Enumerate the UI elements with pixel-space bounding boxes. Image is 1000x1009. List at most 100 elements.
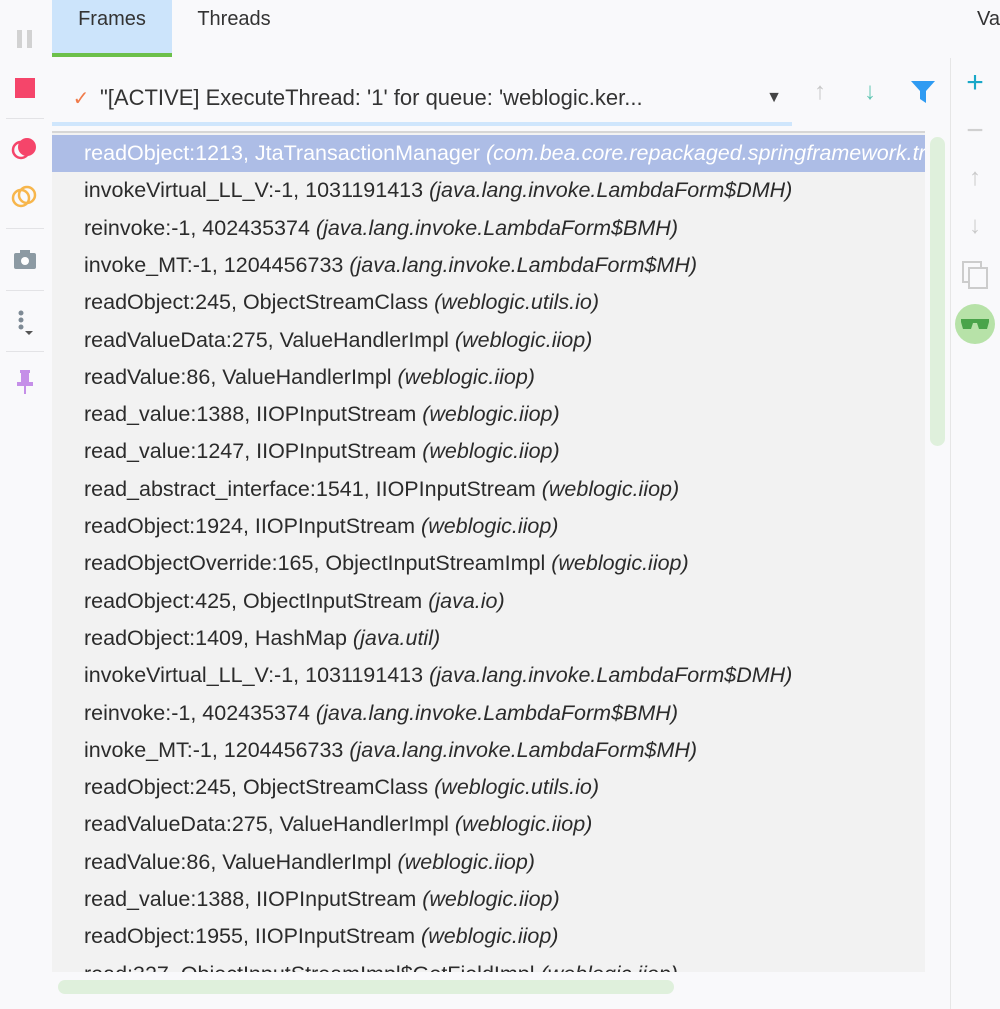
frame-package: (java.lang.invoke.LambdaForm$MH) [349,737,698,762]
next-frame-icon[interactable]: ↓ [864,78,876,106]
frame-method: readObject:245, ObjectStreamClass [84,290,435,315]
glasses-icon[interactable] [955,304,995,344]
divider [52,122,792,126]
frame-row[interactable]: readObject:245, ObjectStreamClass (weblo… [52,769,925,806]
vertical-scrollbar[interactable] [930,137,945,446]
frame-method: readObject:1924, IIOPInputStream [84,514,422,538]
copy-icon[interactable] [958,260,992,297]
thread-selector[interactable]: ✓ "[ACTIVE] ExecuteThread: '1' for queue… [62,73,792,123]
more-options-icon[interactable] [10,307,40,337]
frame-package: (java.lang.invoke.LambdaForm$BMH) [315,700,678,725]
add-watch-icon[interactable]: + [958,66,992,100]
frame-method: read:327, ObjectInputStreamImpl$GetField… [84,962,541,972]
frame-row[interactable]: readValue:86, ValueHandlerImpl (weblogic… [52,359,925,396]
frame-package: (weblogic.iiop) [422,402,560,427]
frame-package: (weblogic.utils.io) [434,775,600,800]
frame-row[interactable]: reinvoke:-1, 402435374 (java.lang.invoke… [52,210,925,247]
frame-row[interactable]: readObject:425, ObjectInputStream (java.… [52,583,925,620]
frame-package: (java.lang.invoke.LambdaForm$MH) [349,252,698,277]
filter-icon[interactable] [910,80,936,111]
frame-package: (weblogic.iiop) [454,327,593,352]
tab-frames[interactable]: Frames [52,0,172,57]
frames-list[interactable]: readObject:1213, JtaTransactionManager (… [52,131,925,972]
frame-package: (weblogic.iiop) [422,887,560,911]
frame-row[interactable]: readObject:1955, IIOPInputStream (weblog… [52,918,925,955]
frame-package: (weblogic.utils.io) [434,290,600,315]
frame-method: readObject:1955, IIOPInputStream [84,924,422,949]
frame-package: (com.bea.core.repackaged.springframework… [485,141,925,165]
thread-selector-value: "[ACTIVE] ExecuteThread: '1' for queue: … [100,85,643,110]
move-down-icon[interactable]: ↓ [958,212,992,240]
frame-row[interactable]: readObjectOverride:165, ObjectInputStrea… [52,545,925,582]
frame-row[interactable]: readObject:1213, JtaTransactionManager (… [52,135,925,172]
frame-package: (weblogic.iiop) [541,476,680,501]
frame-row[interactable]: readObject:245, ObjectStreamClass (weblo… [52,284,925,321]
frame-package: (java.lang.invoke.LambdaForm$DMH) [429,178,793,203]
frame-method: readValue:86, ValueHandlerImpl [84,364,398,389]
frame-package: (weblogic.iiop) [397,364,535,389]
frame-row[interactable]: read_abstract_interface:1541, IIOPInputS… [52,471,925,508]
frame-package: (weblogic.iiop) [422,439,560,464]
frame-row[interactable]: invokeVirtual_LL_V:-1, 1031191413 (java.… [52,172,925,209]
divider [950,58,951,1009]
frame-package: (weblogic.iiop) [397,849,535,874]
frame-row[interactable]: invoke_MT:-1, 1204456733 (java.lang.invo… [52,247,925,284]
frame-method: read_value:1388, IIOPInputStream [84,887,423,911]
frame-method: reinvoke:-1, 402435374 [84,215,316,240]
frame-method: invoke_MT:-1, 1204456733 [84,737,350,762]
frame-package: (weblogic.iiop) [421,514,559,538]
frame-package: (weblogic.iiop) [421,924,559,949]
frame-method: readObjectOverride:165, ObjectInputStrea… [84,551,552,576]
chevron-down-icon[interactable]: ▼ [766,89,782,107]
pin-icon[interactable] [10,367,40,397]
frame-row[interactable]: read_value:1247, IIOPInputStream (weblog… [52,433,925,470]
divider [6,118,44,119]
previous-frame-icon[interactable]: ↑ [814,78,826,106]
frame-method: readObject:1409, HashMap [84,625,353,650]
frame-method: readValueData:275, ValueHandlerImpl [84,812,455,837]
pause-icon[interactable] [10,24,40,54]
frame-method: readValueData:275, ValueHandlerImpl [84,327,455,352]
frame-row[interactable]: readValueData:275, ValueHandlerImpl (web… [52,806,925,843]
frame-method: read_value:1388, IIOPInputStream [84,402,423,427]
frame-row[interactable]: invokeVirtual_LL_V:-1, 1031191413 (java.… [52,657,925,694]
frame-package: (weblogic.iiop) [551,551,689,576]
stop-icon[interactable] [10,73,40,103]
frame-method: reinvoke:-1, 402435374 [84,700,316,725]
mute-breakpoints-icon[interactable] [10,181,40,211]
divider [6,351,44,352]
tab-threads[interactable]: Threads [172,0,296,57]
frame-method: invokeVirtual_LL_V:-1, 1031191413 [84,178,430,203]
frame-method: invokeVirtual_LL_V:-1, 1031191413 [84,663,430,688]
frame-row[interactable]: readObject:1409, HashMap (java.util) [52,620,925,657]
remove-watch-icon[interactable]: − [958,114,992,148]
frame-row[interactable]: reinvoke:-1, 402435374 (java.lang.invoke… [52,695,925,732]
frame-row[interactable]: read:327, ObjectInputStreamImpl$GetField… [52,956,925,972]
frame-method: readObject:245, ObjectStreamClass [84,775,435,800]
frame-package: (java.io) [428,588,505,613]
frame-method: readObject:425, ObjectInputStream [84,588,429,613]
frame-package: (weblogic.iiop) [454,812,593,837]
frame-row[interactable]: read_value:1388, IIOPInputStream (weblog… [52,396,925,433]
frame-row[interactable]: invoke_MT:-1, 1204456733 (java.lang.invo… [52,732,925,769]
frame-row[interactable]: read_value:1388, IIOPInputStream (weblog… [52,881,925,918]
frame-method: read_value:1247, IIOPInputStream [84,439,423,464]
divider [6,290,44,291]
camera-icon[interactable] [10,244,40,274]
frame-package: (java.lang.invoke.LambdaForm$DMH) [429,663,793,688]
frame-method: readValue:86, ValueHandlerImpl [84,849,398,874]
check-icon: ✓ [72,87,90,110]
view-breakpoints-icon[interactable] [10,133,40,163]
frame-row[interactable]: readValue:86, ValueHandlerImpl (weblogic… [52,844,925,881]
frame-package: (java.util) [352,625,441,650]
frame-row[interactable]: readObject:1924, IIOPInputStream (weblog… [52,508,925,545]
tab-variables[interactable]: Va [977,0,1000,57]
frame-package: (weblogic.iiop) [541,962,678,972]
frame-method: readObject:1213, JtaTransactionManager [84,141,486,165]
frame-method: invoke_MT:-1, 1204456733 [84,252,350,277]
frame-package: (java.lang.invoke.LambdaForm$BMH) [315,215,678,240]
horizontal-scrollbar[interactable] [58,980,674,994]
frame-row[interactable]: readValueData:275, ValueHandlerImpl (web… [52,322,925,359]
frame-method: read_abstract_interface:1541, IIOPInputS… [84,476,542,501]
move-up-icon[interactable]: ↑ [958,164,992,192]
